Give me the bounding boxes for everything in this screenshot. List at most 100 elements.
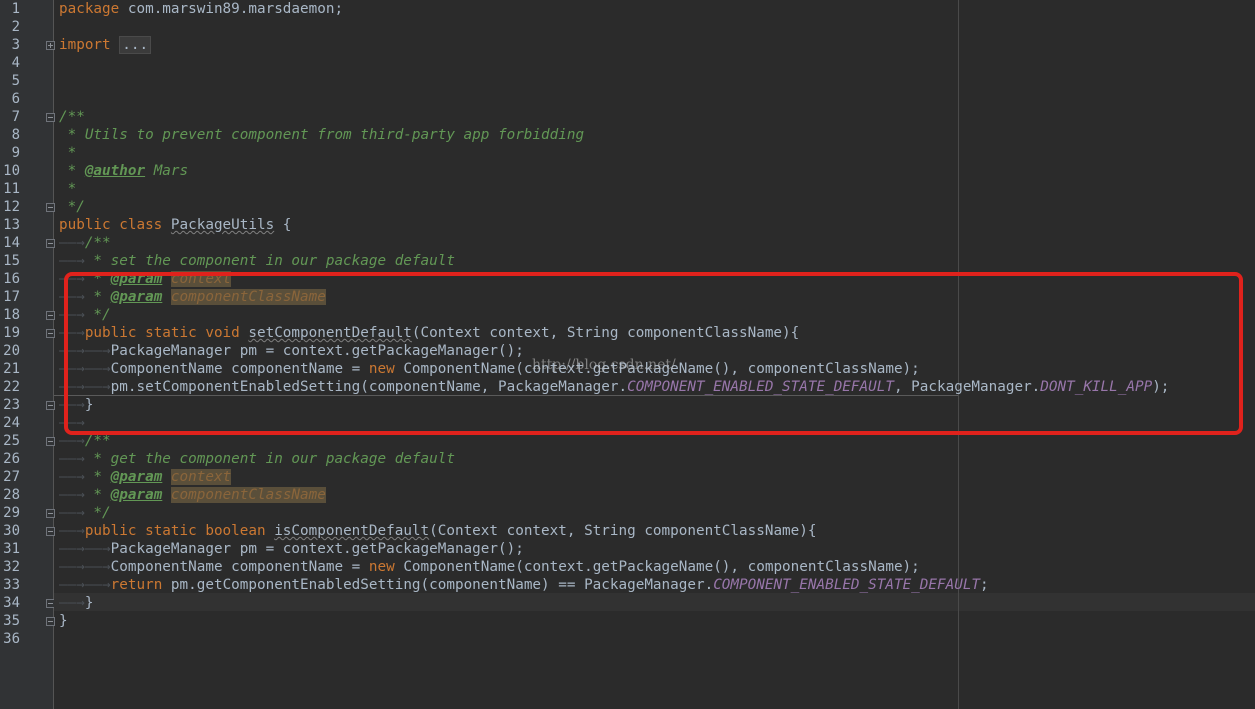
- code-token: *: [84, 469, 111, 485]
- line-number: 33: [3, 577, 20, 593]
- code-token: /**: [84, 235, 111, 251]
- tab-arrow-icon: ——→: [84, 541, 111, 557]
- code-token: );: [1152, 379, 1170, 395]
- code-line[interactable]: ——→ * @param context: [59, 468, 232, 486]
- code-token: new: [368, 361, 395, 377]
- tab-arrow-icon: ——→: [84, 343, 111, 359]
- line-number: 15: [3, 253, 20, 269]
- code-token: Mars: [145, 163, 189, 179]
- code-line[interactable]: ——→/**: [59, 234, 111, 252]
- code-line[interactable]: ——→public static boolean isComponentDefa…: [59, 522, 816, 540]
- tab-arrow-icon: ——→: [59, 361, 85, 377]
- code-token: * Utils to prevent component from third-…: [59, 127, 585, 143]
- code-line[interactable]: ——→ */: [59, 504, 111, 522]
- tab-arrow-icon: ——→: [84, 577, 111, 593]
- code-token: /**: [84, 433, 111, 449]
- code-token: import: [59, 37, 111, 53]
- code-line[interactable]: ——→ * @param componentClassName: [59, 486, 326, 504]
- code-token: context: [170, 271, 232, 287]
- tab-arrow-icon: ——→: [59, 541, 85, 557]
- code-line[interactable]: import ...: [59, 36, 152, 54]
- code-token: package: [59, 1, 120, 17]
- code-line[interactable]: package com.marswin89.marsdaemon;: [59, 0, 343, 18]
- code-token: PackageUtils: [170, 217, 275, 233]
- line-number: 27: [3, 469, 20, 485]
- code-token: pm.getComponentEnabledSetting(componentN…: [162, 577, 714, 593]
- code-token: *: [84, 289, 111, 305]
- line-number: 24: [3, 415, 20, 431]
- code-line[interactable]: *: [59, 180, 77, 198]
- line-number: 4: [11, 55, 20, 71]
- code-line[interactable]: * @author Mars: [59, 162, 189, 180]
- code-line[interactable]: /**: [59, 108, 85, 126]
- code-token: @param: [110, 469, 163, 485]
- line-number: 17: [3, 289, 20, 305]
- tab-arrow-icon: ——→: [59, 271, 85, 287]
- line-number: 22: [3, 379, 20, 395]
- line-number: 31: [3, 541, 20, 557]
- code-line[interactable]: ——→——→ComponentName componentName = new …: [59, 558, 920, 576]
- line-number: 5: [11, 73, 20, 89]
- code-token: DONT_KILL_APP: [1040, 379, 1153, 395]
- code-line[interactable]: ——→ */: [59, 306, 111, 324]
- code-line[interactable]: public class PackageUtils {: [59, 216, 291, 234]
- line-number-gutter: 1 2 3 4 5 6 7 8 9 10 11 12 13 14 15 16 17 18 19 20 21 22 23 24 2…: [0, 0, 55, 709]
- line-number: 23: [3, 397, 20, 413]
- code-token: context: [170, 469, 232, 485]
- code-token: (Context context, String componentClassN…: [429, 523, 817, 539]
- tab-arrow-icon: ——→: [59, 433, 85, 449]
- code-token: *: [59, 181, 77, 197]
- code-token: *: [59, 163, 85, 179]
- code-line[interactable]: ——→——→PackageManager pm = context.getPac…: [59, 342, 524, 360]
- code-token: */: [59, 199, 85, 215]
- code-token: * set the component in our package defau…: [84, 253, 455, 269]
- tab-arrow-icon: ——→: [59, 325, 85, 341]
- line-number: 25: [3, 433, 20, 449]
- code-line[interactable]: */: [59, 198, 85, 216]
- tab-arrow-icon: ——→: [84, 361, 111, 377]
- code-line[interactable]: ——→——→PackageManager pm = context.getPac…: [59, 540, 524, 558]
- code-token: @param: [110, 289, 163, 305]
- code-token: COMPONENT_ENABLED_STATE_DEFAULT: [627, 379, 894, 395]
- code-token: }: [84, 595, 94, 611]
- code-token: */: [84, 505, 111, 521]
- code-token: @param: [110, 271, 163, 287]
- code-line[interactable]: ——→ * @param context: [59, 270, 232, 288]
- code-line[interactable]: ——→——→ComponentName componentName = new …: [59, 360, 920, 378]
- code-token: /**: [59, 109, 85, 125]
- code-line[interactable]: ——→public static void setComponentDefaul…: [59, 324, 799, 342]
- line-number: 3: [11, 37, 20, 53]
- code-line[interactable]: ——→——→pm.setComponentEnabledSetting(comp…: [59, 378, 1169, 396]
- code-token: isComponentDefault: [274, 523, 430, 539]
- line-number: 35: [3, 613, 20, 629]
- line-number: 14: [3, 235, 20, 251]
- line-number: 10: [3, 163, 20, 179]
- code-line[interactable]: ——→}: [59, 396, 93, 414]
- code-line[interactable]: ——→: [59, 414, 85, 432]
- code-token: PackageManager pm = context.getPackageMa…: [110, 541, 524, 557]
- line-number: 8: [11, 127, 20, 143]
- tab-arrow-icon: ——→: [59, 523, 85, 539]
- code-line[interactable]: ——→——→return pm.getComponentEnabledSetti…: [59, 576, 989, 594]
- tab-arrow-icon: ——→: [59, 559, 85, 575]
- tab-arrow-icon: ——→: [59, 487, 85, 503]
- code-line[interactable]: *: [59, 144, 77, 162]
- code-token: new: [368, 559, 395, 575]
- line-number: 16: [3, 271, 20, 287]
- code-line[interactable]: ——→/**: [59, 432, 111, 450]
- code-line[interactable]: ——→ * get the component in our package d…: [59, 450, 455, 468]
- code-token: */: [84, 307, 111, 323]
- code-token: return: [110, 577, 163, 593]
- code-line[interactable]: }: [59, 612, 68, 630]
- code-line[interactable]: * Utils to prevent component from third-…: [59, 126, 584, 144]
- code-line[interactable]: ——→ * set the component in our package d…: [59, 252, 455, 270]
- code-token: setComponentDefault: [248, 325, 412, 341]
- code-line[interactable]: ——→ * @param componentClassName: [59, 288, 326, 306]
- code-token: ComponentName componentName =: [110, 361, 369, 377]
- line-number: 9: [11, 145, 20, 161]
- line-number: 29: [3, 505, 20, 521]
- code-line[interactable]: ——→}: [59, 594, 93, 612]
